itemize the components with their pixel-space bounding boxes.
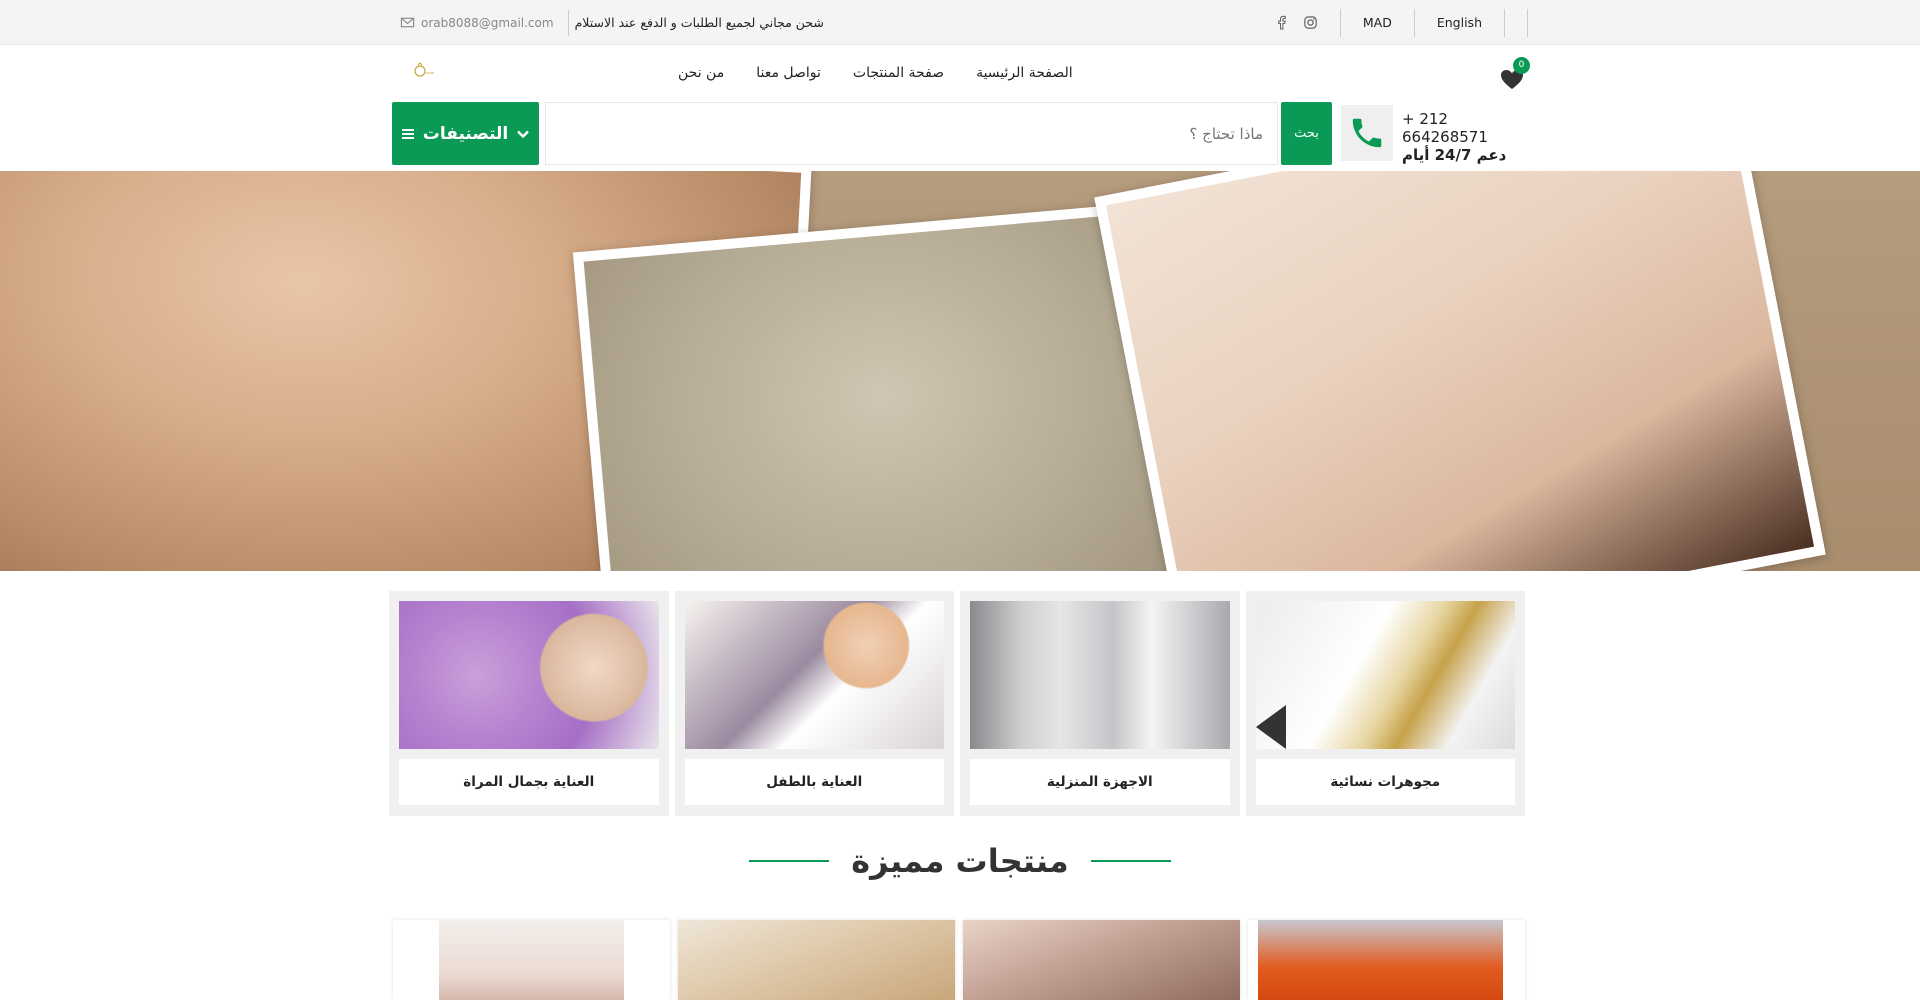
- main-nav: من نحن تواصل معنا صفحة المنتجات الصفحة ا…: [678, 65, 1073, 81]
- search-input[interactable]: [545, 102, 1278, 165]
- email-text: orab8088@gmail.com: [421, 15, 554, 30]
- menu-icon: [401, 128, 414, 139]
- product-card[interactable]: [393, 920, 670, 1000]
- wishlist-button[interactable]: 0: [1498, 57, 1530, 93]
- chevron-left-icon[interactable]: [1255, 705, 1286, 749]
- top-bar-right: MAD English: [1252, 0, 1528, 45]
- nav-item-contact[interactable]: تواصل معنا: [756, 65, 821, 81]
- product-image: [678, 920, 955, 1000]
- featured-section-title: منتجات مميزة: [0, 836, 1920, 886]
- facebook-icon[interactable]: [1274, 15, 1289, 30]
- product-image: [963, 920, 1240, 1000]
- top-bar: orab8088@gmail.com شحن مجاني لجميع الطلب…: [0, 0, 1920, 45]
- email-link[interactable]: orab8088@gmail.com: [392, 15, 562, 30]
- category-image: [684, 601, 944, 749]
- category-tile-jewelry[interactable]: مجوهرات نسائية: [1245, 591, 1525, 816]
- categories-button[interactable]: التصنيفات: [392, 102, 539, 165]
- phone-number[interactable]: + 212 664268571: [1402, 110, 1528, 146]
- featured-products: [393, 920, 1525, 1000]
- instagram-icon[interactable]: [1303, 15, 1318, 30]
- category-label: العناية بالطفل: [684, 759, 944, 805]
- title-line-right: [1090, 860, 1171, 862]
- nav-item-about[interactable]: من نحن: [678, 65, 724, 81]
- featured-title: منتجات مميزة: [851, 842, 1069, 880]
- product-image: [1258, 920, 1503, 1000]
- category-label: مجوهرات نسائية: [1255, 759, 1515, 805]
- category-tiles: العناية بجمال المراة العناية بالطفل الاج…: [389, 591, 1525, 816]
- nav-item-products[interactable]: صفحة المنتجات: [853, 65, 944, 81]
- categories-label: التصنيفات: [422, 123, 509, 144]
- chevron-down-icon: [517, 130, 530, 138]
- product-image: [439, 920, 624, 1000]
- category-image: [1255, 601, 1515, 749]
- contact-info: + 212 664268571 دعم 24/7 أيام: [1402, 110, 1528, 164]
- nav-item-home[interactable]: الصفحة الرئيسية: [976, 65, 1073, 81]
- product-card[interactable]: [1248, 920, 1525, 1000]
- divider: [567, 9, 569, 36]
- phone-icon-box: [1341, 105, 1393, 161]
- hero-photo-hand: [1094, 171, 1826, 571]
- category-image: [970, 601, 1230, 749]
- title-line-left: [749, 860, 830, 862]
- hero-banner[interactable]: [0, 171, 1920, 571]
- phone-icon: [1352, 118, 1382, 148]
- category-label: العناية بجمال المراة: [399, 759, 659, 805]
- product-card[interactable]: [678, 920, 955, 1000]
- top-bar-left: orab8088@gmail.com شحن مجاني لجميع الطلب…: [392, 0, 824, 45]
- language-label: English: [1436, 15, 1482, 30]
- category-tile-appliances[interactable]: الاجهزة المنزلية: [960, 591, 1240, 816]
- currency-label: MAD: [1362, 15, 1392, 30]
- currency-select[interactable]: MAD: [1339, 8, 1414, 37]
- category-label: الاجهزة المنزلية: [970, 759, 1230, 805]
- support-hours: دعم 24/7 أيام: [1402, 146, 1507, 164]
- envelope-icon: [400, 17, 415, 28]
- search-button[interactable]: بحث: [1281, 102, 1332, 165]
- category-image: [399, 601, 659, 749]
- header: من نحن تواصل معنا صفحة المنتجات الصفحة ا…: [0, 45, 1920, 171]
- category-tile-baby[interactable]: العناية بالطفل: [674, 591, 954, 816]
- category-tile-beauty[interactable]: العناية بجمال المراة: [389, 591, 669, 816]
- hero-photo-bracelet: [572, 201, 1198, 571]
- shipping-notice: شحن مجاني لجميع الطلبات و الدفع عند الاس…: [574, 15, 824, 30]
- divider: [1504, 8, 1528, 37]
- language-select[interactable]: English: [1413, 8, 1504, 37]
- product-card[interactable]: [963, 920, 1240, 1000]
- wishlist-count-badge: 0: [1513, 57, 1530, 74]
- social-links: [1252, 9, 1340, 37]
- logo[interactable]: [412, 61, 436, 79]
